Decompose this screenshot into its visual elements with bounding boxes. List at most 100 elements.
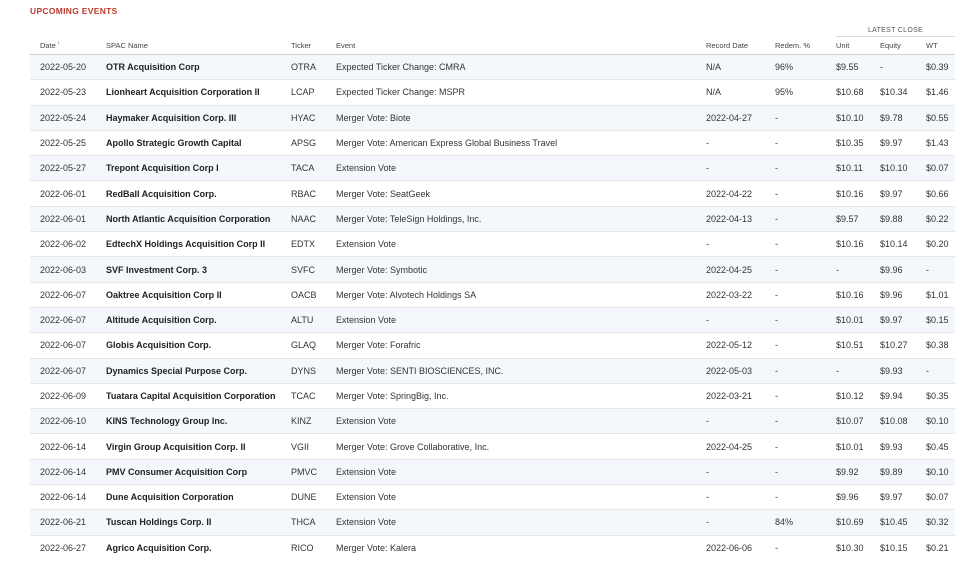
record-date-cell: 2022-04-25 [696,256,765,283]
spac-name-cell[interactable]: Virgin Group Acquisition Corp. II [96,433,281,460]
table-row[interactable]: 2022-06-09 Tuatara Capital Acquisition Co… [30,382,955,409]
record-date-cell: - [696,129,765,156]
wt-cell: $0.32 [916,509,955,536]
table-row[interactable]: 2022-05-20 OTR Acquisition Corp OTRA Expect… [30,53,955,80]
table-row[interactable]: 2022-06-07 Globis Acquisition Corp. GLAQ Me… [30,332,955,359]
spac-name-cell[interactable]: KINS Technology Group Inc. [96,408,281,434]
ticker-cell: OTRA [281,53,326,80]
redemption-cell: - [765,306,826,333]
unit-cell: $10.30 [826,534,870,560]
table-row[interactable]: 2022-06-14 PMV Consumer Acquisition Corp P… [30,458,955,485]
date-cell: 2022-06-21 [30,509,96,536]
column-header-spac-name[interactable]: SPAC Name [96,37,281,55]
ticker-cell: SVFC [281,256,326,283]
spac-name-cell[interactable]: Dune Acquisition Corporation [96,484,281,510]
wt-cell: $0.15 [916,306,955,333]
date-cell: 2022-06-07 [30,281,96,308]
table-row[interactable]: 2022-06-03 SVF Investment Corp. 3 SVFC Merg… [30,256,955,283]
table-row[interactable]: 2022-06-01 North Atlantic Acquisition Cor… [30,205,955,232]
ticker-cell: EDTX [281,231,326,257]
event-cell: Merger Vote: Grove Collaborative, Inc. [326,433,696,460]
table-row[interactable]: 2022-06-14 Virgin Group Acquisition Corp.… [30,433,955,460]
spac-name-cell[interactable]: Trepont Acquisition Corp I [96,155,281,181]
unit-cell: $10.16 [826,281,870,308]
date-cell: 2022-06-09 [30,382,96,409]
equity-cell: $9.96 [870,281,916,308]
date-cell: 2022-06-27 [30,534,96,560]
event-cell: Merger Vote: Kalera [326,534,696,560]
date-cell: 2022-06-03 [30,256,96,283]
column-header-unit[interactable]: Unit [826,37,870,55]
spac-name-cell[interactable]: Haymaker Acquisition Corp. III [96,104,281,131]
spac-name-cell[interactable]: RedBall Acquisition Corp. [96,180,281,207]
table-row[interactable]: 2022-06-07 Dynamics Special Purpose Corp.… [30,357,955,384]
equity-cell: $9.97 [870,306,916,333]
date-cell: 2022-05-25 [30,129,96,156]
spac-name-cell[interactable]: EdtechX Holdings Acquisition Corp II [96,231,281,257]
column-header-redemption[interactable]: Redem. % [765,37,826,55]
table-row[interactable]: 2022-05-27 Trepont Acquisition Corp I TACA… [30,155,955,181]
event-cell: Extension Vote [326,484,696,510]
event-cell: Merger Vote: Symbotic [326,256,696,283]
table-row[interactable]: 2022-06-21 Tuscan Holdings Corp. II THCA Ex… [30,509,955,536]
ticker-cell: RBAC [281,180,326,207]
table-row[interactable]: 2022-06-10 KINS Technology Group Inc. KINZ… [30,408,955,434]
column-header-wt[interactable]: WT [916,37,955,55]
wt-cell: $1.46 [916,79,955,106]
record-date-cell: - [696,509,765,536]
table-row[interactable]: 2022-06-07 Oaktree Acquisition Corp II OAC… [30,281,955,308]
wt-cell: $0.45 [916,433,955,460]
equity-cell: $9.93 [870,357,916,384]
spac-name-cell[interactable]: North Atlantic Acquisition Corporation [96,205,281,232]
spac-name-cell[interactable]: Lionheart Acquisition Corporation II [96,79,281,106]
equity-cell: $9.78 [870,104,916,131]
spac-name-cell[interactable]: SVF Investment Corp. 3 [96,256,281,283]
spac-name-cell[interactable]: Oaktree Acquisition Corp II [96,281,281,308]
wt-cell: $0.38 [916,332,955,359]
wt-cell: - [916,256,955,283]
column-header-equity[interactable]: Equity [870,37,916,55]
record-date-cell: 2022-04-27 [696,104,765,131]
date-cell: 2022-06-07 [30,357,96,384]
ticker-cell: ALTU [281,306,326,333]
table-row[interactable]: 2022-06-07 Altitude Acquisition Corp. ALTU… [30,306,955,333]
column-header-event[interactable]: Event [326,37,696,55]
table-row[interactable]: 2022-05-24 Haymaker Acquisition Corp. III… [30,104,955,131]
table-row[interactable]: 2022-06-01 RedBall Acquisition Corp. RBAC M… [30,180,955,207]
record-date-cell: 2022-06-06 [696,534,765,560]
redemption-cell: - [765,332,826,359]
date-cell: 2022-06-01 [30,180,96,207]
unit-cell: $10.51 [826,332,870,359]
record-date-cell: - [696,306,765,333]
sort-ascending-icon: ↑ [56,41,60,47]
spac-name-cell[interactable]: PMV Consumer Acquisition Corp [96,458,281,485]
table-row[interactable]: 2022-05-25 Apollo Strategic Growth Capita… [30,129,955,156]
table-row[interactable]: 2022-06-14 Dune Acquisition Corporation DU… [30,484,955,510]
spac-name-cell[interactable]: OTR Acquisition Corp [96,53,281,80]
record-date-cell: 2022-04-13 [696,205,765,232]
table-row[interactable]: 2022-06-02 EdtechX Holdings Acquisition C… [30,231,955,257]
equity-cell: $10.10 [870,155,916,181]
table-header-row: Date↑ SPAC Name Ticker Event Record Date… [30,37,955,55]
table-row[interactable]: 2022-06-27 Agrico Acquisition Corp. RICO Me… [30,534,955,560]
spac-name-cell[interactable]: Apollo Strategic Growth Capital [96,129,281,156]
redemption-cell: - [765,129,826,156]
column-header-date[interactable]: Date↑ [30,37,96,55]
spac-name-cell[interactable]: Dynamics Special Purpose Corp. [96,357,281,384]
equity-cell: $10.15 [870,534,916,560]
spac-name-cell[interactable]: Agrico Acquisition Corp. [96,534,281,560]
spac-name-cell[interactable]: Tuatara Capital Acquisition Corporation [96,382,281,409]
unit-cell: $10.07 [826,408,870,434]
column-header-ticker[interactable]: Ticker [281,37,326,55]
ticker-cell: HYAC [281,104,326,131]
table-row[interactable]: 2022-05-23 Lionheart Acquisition Corporat… [30,79,955,106]
event-cell: Expected Ticker Change: MSPR [326,79,696,106]
event-cell: Merger Vote: Biote [326,104,696,131]
event-cell: Extension Vote [326,306,696,333]
spac-name-cell[interactable]: Globis Acquisition Corp. [96,332,281,359]
spac-name-cell[interactable]: Altitude Acquisition Corp. [96,306,281,333]
ticker-cell: TCAC [281,382,326,409]
column-header-record-date[interactable]: Record Date [696,37,765,55]
spac-name-cell[interactable]: Tuscan Holdings Corp. II [96,509,281,536]
date-cell: 2022-06-02 [30,231,96,257]
